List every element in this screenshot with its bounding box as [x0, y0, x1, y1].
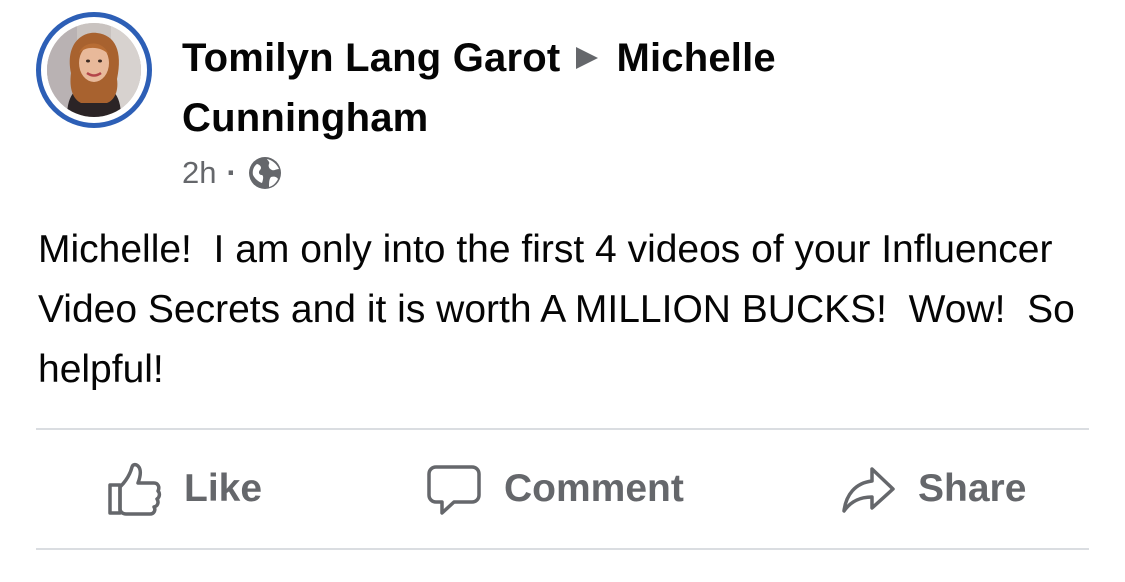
like-label: Like [184, 467, 263, 510]
author-name[interactable]: Tomilyn Lang Garot [182, 36, 560, 80]
share-button[interactable]: Share [840, 432, 1026, 546]
divider [36, 548, 1089, 550]
post-meta: 2h · [182, 152, 283, 194]
thumbs-up-icon [108, 462, 162, 516]
recipient-name-line1[interactable]: Michelle [616, 36, 775, 80]
comment-button[interactable]: Comment [426, 432, 684, 546]
recipient-name-line2[interactable]: Cunningham [182, 96, 428, 140]
share-label: Share [918, 467, 1027, 510]
like-button[interactable]: Like [106, 432, 262, 546]
post-header: Tomilyn Lang Garot Michelle Cunningham [182, 28, 942, 148]
post-actions: Like Comment Share [36, 432, 1089, 546]
meta-separator: · [226, 155, 237, 190]
share-arrow-icon [842, 467, 895, 513]
post-text: Michelle! I am only into the first 4 vid… [38, 228, 1086, 391]
divider [36, 428, 1089, 430]
share-target-arrow-icon [576, 47, 599, 69]
comment-bubble-icon [427, 465, 481, 515]
facebook-post: Tomilyn Lang Garot Michelle Cunningham 2h… [0, 0, 1125, 582]
avatar-ring[interactable] [36, 12, 152, 128]
globe-icon[interactable] [247, 155, 283, 191]
comment-label: Comment [504, 467, 684, 510]
avatar[interactable] [47, 23, 141, 117]
timestamp[interactable]: 2h [182, 155, 216, 191]
